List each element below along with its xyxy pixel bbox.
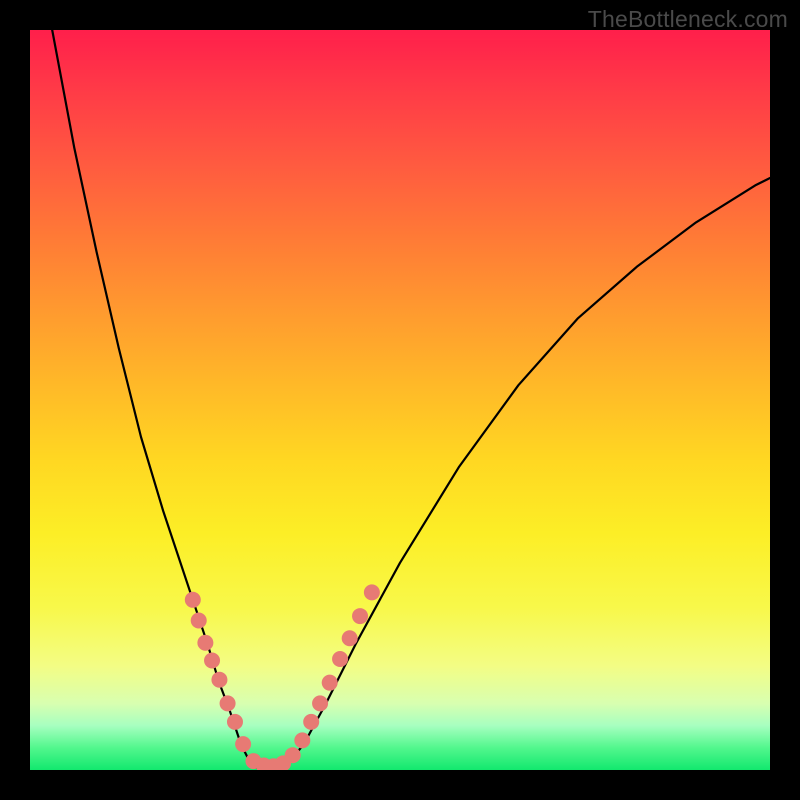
data-marker (204, 652, 220, 668)
data-marker (185, 592, 201, 608)
data-marker (191, 613, 207, 629)
data-marker (211, 672, 227, 688)
plot-area (30, 30, 770, 770)
data-marker (342, 630, 358, 646)
bottleneck-curve (52, 30, 770, 769)
marker-group (185, 584, 380, 770)
data-marker (352, 608, 368, 624)
data-marker (294, 732, 310, 748)
data-marker (285, 747, 301, 763)
chart-overlay (30, 30, 770, 770)
data-marker (322, 675, 338, 691)
data-marker (227, 714, 243, 730)
data-marker (220, 695, 236, 711)
data-marker (235, 736, 251, 752)
watermark-text: TheBottleneck.com (588, 6, 788, 33)
data-marker (332, 651, 348, 667)
data-marker (364, 584, 380, 600)
data-marker (197, 635, 213, 651)
data-marker (312, 695, 328, 711)
chart-frame: TheBottleneck.com (0, 0, 800, 800)
data-marker (303, 714, 319, 730)
